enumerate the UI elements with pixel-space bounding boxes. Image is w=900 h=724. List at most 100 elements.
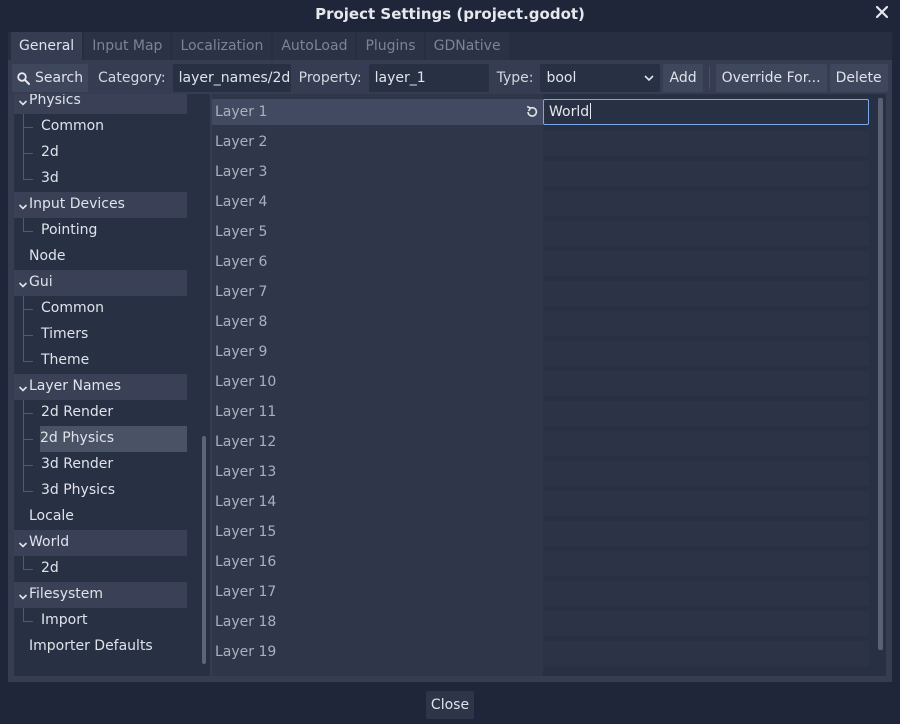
- property-input[interactable]: layer_1: [368, 64, 489, 92]
- tree-item-3d-render[interactable]: 3d Render: [14, 452, 187, 478]
- tree-item-layer-names[interactable]: Layer Names: [14, 374, 187, 400]
- chevron-down-icon[interactable]: [18, 96, 28, 106]
- property-name: Layer 16: [215, 554, 277, 570]
- property-row[interactable]: Layer 16: [212, 549, 872, 579]
- tree-item-3d-physics[interactable]: 3d Physics: [14, 478, 187, 504]
- tree-item-pointing[interactable]: Pointing: [14, 218, 187, 244]
- tree-item-theme[interactable]: Theme: [14, 348, 187, 374]
- tree-item-filesystem[interactable]: Filesystem: [14, 582, 187, 608]
- property-value-field[interactable]: [543, 191, 869, 216]
- property-value-field[interactable]: [543, 641, 869, 666]
- tab-localization[interactable]: Localization: [172, 32, 272, 60]
- property-row[interactable]: Layer 10: [212, 369, 872, 399]
- section-tree[interactable]: Physics Common 2d 3d Input Devices Pointing No…: [14, 94, 210, 676]
- tree-item-2d-physics[interactable]: 2d Physics: [40, 426, 187, 452]
- chevron-down-icon[interactable]: [18, 278, 28, 288]
- property-value-field[interactable]: [543, 521, 869, 546]
- search-button[interactable]: Search: [12, 64, 88, 92]
- tree-item-locale[interactable]: Locale: [14, 504, 187, 530]
- property-row[interactable]: Layer 11: [212, 399, 872, 429]
- chevron-down-icon[interactable]: [18, 200, 28, 210]
- tree-item-2d[interactable]: 2d: [14, 556, 187, 582]
- tree-item-physics[interactable]: Physics: [14, 94, 187, 114]
- property-value-field[interactable]: [543, 281, 869, 306]
- tree-item-importer-defaults[interactable]: Importer Defaults: [14, 634, 187, 660]
- chevron-down-icon[interactable]: [18, 382, 28, 392]
- category-input[interactable]: layer_names/2d: [172, 64, 291, 92]
- tab-autoload[interactable]: AutoLoad: [273, 32, 356, 60]
- add-button[interactable]: Add: [663, 64, 703, 92]
- property-name: Layer 17: [215, 584, 277, 600]
- property-value-field[interactable]: [543, 581, 869, 606]
- chevron-down-icon[interactable]: [18, 590, 28, 600]
- property-value-field[interactable]: [543, 491, 869, 516]
- close-button[interactable]: Close: [425, 691, 475, 719]
- property-row[interactable]: Layer 18: [212, 609, 872, 639]
- property-name: Layer 5: [215, 224, 268, 240]
- property-value-field[interactable]: World: [543, 99, 869, 125]
- property-name: Layer 15: [215, 524, 277, 540]
- property-row[interactable]: Layer 17: [212, 579, 872, 609]
- property-value-field[interactable]: [543, 371, 869, 396]
- tree-item-common[interactable]: Common: [14, 114, 187, 140]
- property-row[interactable]: Layer 7: [212, 279, 872, 309]
- property-row[interactable]: Layer 13: [212, 459, 872, 489]
- close-icon[interactable]: [872, 2, 892, 22]
- tree-item-common[interactable]: Common: [14, 296, 187, 322]
- delete-button[interactable]: Delete: [829, 64, 888, 92]
- property-row[interactable]: Layer 5: [212, 219, 872, 249]
- tree-guide-branch: [23, 335, 33, 336]
- property-value-field[interactable]: [543, 341, 869, 366]
- tree-guide-branch: [23, 569, 33, 570]
- tree-item-gui[interactable]: Gui: [14, 270, 187, 296]
- tree-item-node[interactable]: Node: [14, 244, 187, 270]
- property-row[interactable]: Layer 1 World: [212, 99, 872, 129]
- tab-plugins[interactable]: Plugins: [357, 32, 424, 60]
- tree-item-label: Importer Defaults: [29, 638, 153, 654]
- inspector-scrollbar[interactable]: [878, 98, 883, 650]
- property-value-field[interactable]: [543, 461, 869, 486]
- property-value-field[interactable]: [543, 611, 869, 636]
- chevron-down-icon: [644, 74, 655, 82]
- property-value-field[interactable]: [543, 161, 869, 186]
- tree-item-import[interactable]: Import: [14, 608, 187, 634]
- tab-gdnative[interactable]: GDNative: [425, 32, 509, 60]
- chevron-down-icon[interactable]: [18, 538, 28, 548]
- property-row[interactable]: Layer 3: [212, 159, 872, 189]
- property-value-field[interactable]: [543, 431, 869, 456]
- tree-guide-line: [23, 296, 24, 361]
- tab-general[interactable]: General: [11, 32, 83, 60]
- tab-bar: General Input Map Localization AutoLoad …: [11, 32, 511, 60]
- tree-item-label: 3d Render: [41, 456, 114, 472]
- tree-guide-line: [23, 556, 24, 569]
- property-value-field[interactable]: [543, 401, 869, 426]
- revert-icon[interactable]: [524, 104, 540, 120]
- property-row[interactable]: Layer 8: [212, 309, 872, 339]
- property-value-field[interactable]: [543, 131, 869, 156]
- property-label: Property:: [298, 70, 362, 86]
- tree-scrollbar[interactable]: [202, 436, 206, 664]
- property-value-field[interactable]: [543, 251, 869, 276]
- property-row[interactable]: Layer 2: [212, 129, 872, 159]
- override-for-button[interactable]: Override For...: [715, 64, 827, 92]
- property-row[interactable]: Layer 4: [212, 189, 872, 219]
- property-row[interactable]: Layer 14: [212, 489, 872, 519]
- property-row[interactable]: Layer 6: [212, 249, 872, 279]
- tree-guide-branch: [23, 465, 33, 466]
- property-value-field[interactable]: [543, 311, 869, 336]
- property-row[interactable]: Layer 9: [212, 339, 872, 369]
- tree-item-2d[interactable]: 2d: [14, 140, 187, 166]
- property-row[interactable]: Layer 19: [212, 639, 872, 669]
- property-value-field[interactable]: [543, 221, 869, 246]
- property-value-field[interactable]: [543, 551, 869, 576]
- tree-item-2d-render[interactable]: 2d Render: [14, 400, 187, 426]
- property-row[interactable]: Layer 15: [212, 519, 872, 549]
- tree-item-input-devices[interactable]: Input Devices: [14, 192, 187, 218]
- type-select[interactable]: bool: [540, 64, 661, 92]
- tab-input-map[interactable]: Input Map: [84, 32, 171, 60]
- tree-item-world[interactable]: World: [14, 530, 187, 556]
- search-label: Search: [35, 70, 84, 86]
- property-row[interactable]: Layer 12: [212, 429, 872, 459]
- tree-item-timers[interactable]: Timers: [14, 322, 187, 348]
- tree-item-3d[interactable]: 3d: [14, 166, 187, 192]
